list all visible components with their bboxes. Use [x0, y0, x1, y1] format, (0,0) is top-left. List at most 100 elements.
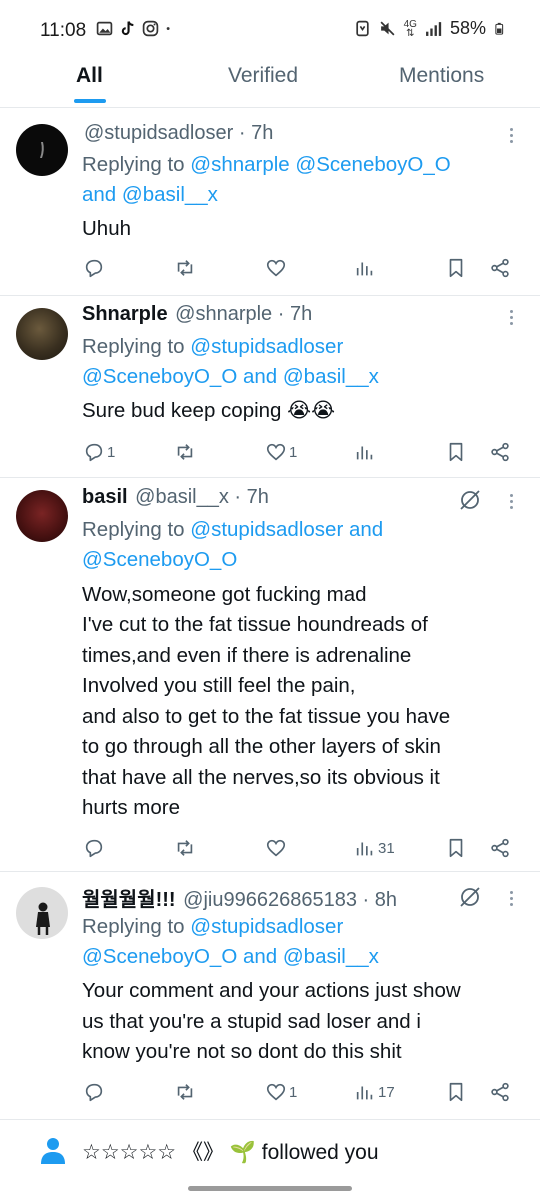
- nfc-icon: [355, 20, 369, 37]
- repost-button[interactable]: [174, 836, 196, 860]
- avatar[interactable]: [16, 887, 68, 939]
- mention-link[interactable]: @SceneboyO_O and @basil__x: [82, 365, 379, 388]
- views-icon: [356, 446, 373, 460]
- mute-icon: [380, 21, 395, 36]
- reply-count: 1: [107, 443, 116, 461]
- views-button[interactable]: 17: [354, 1080, 395, 1104]
- like-button[interactable]: [265, 836, 289, 860]
- share-button[interactable]: [489, 256, 511, 280]
- instagram-icon: [142, 20, 159, 37]
- view-count: 17: [378, 1083, 395, 1101]
- bookmark-button[interactable]: [445, 836, 467, 860]
- status-bar: 11:08 4G ⇅ 58%: [0, 0, 540, 56]
- mention-link[interactable]: @stupidsadloser: [190, 915, 343, 938]
- separator: ·: [238, 122, 246, 144]
- views-button[interactable]: [354, 256, 378, 280]
- heart-icon: [266, 839, 286, 857]
- reply-text-line: Involved you still feel the pain,: [82, 674, 356, 697]
- repost-button[interactable]: [174, 440, 196, 464]
- replying-to-cont: @SceneboyO_O and @basil__x: [82, 942, 379, 972]
- more-options-icon[interactable]: [510, 891, 514, 909]
- reply-button[interactable]: [83, 836, 107, 860]
- repost-button[interactable]: [174, 1080, 196, 1104]
- reply-button[interactable]: 1: [83, 440, 115, 464]
- mention-link[interactable]: @shnarple @SceneboyO_O: [190, 153, 450, 176]
- bookmark-button[interactable]: [445, 256, 467, 280]
- timestamp: 7h: [246, 486, 269, 508]
- views-button[interactable]: 31: [354, 836, 395, 860]
- like-button[interactable]: [265, 256, 289, 280]
- reply-button[interactable]: [83, 256, 107, 280]
- replying-to-label: Replying to: [82, 335, 191, 358]
- handle[interactable]: @jiu996626865183: [183, 889, 357, 911]
- bookmark-button[interactable]: [445, 440, 467, 464]
- reply-button[interactable]: [83, 1080, 107, 1104]
- like-button[interactable]: 1: [265, 440, 297, 464]
- follow-notification[interactable]: ☆☆☆☆☆ 《》 🌱 followed you: [0, 1122, 540, 1178]
- reply-text-line: hurts more: [82, 796, 180, 819]
- display-name[interactable]: basil: [82, 486, 128, 508]
- bookmark-icon: [449, 442, 463, 462]
- mention-link[interactable]: @stupidsadloser: [190, 335, 343, 358]
- repost-button[interactable]: [174, 256, 196, 280]
- status-time: 11:08: [40, 20, 87, 41]
- replying-to: Replying to @stupidsadloser and: [82, 515, 383, 545]
- reply-icon: [85, 443, 103, 462]
- more-options-icon[interactable]: [510, 128, 514, 146]
- reply-header: @stupidsadloser · 7h: [82, 122, 273, 145]
- handle[interactable]: @shnarple: [175, 303, 272, 325]
- reply-text-line: that have all the nerves,so its obvious …: [82, 766, 440, 789]
- views-icon: [356, 842, 373, 856]
- reply-text: Uhuh: [82, 217, 132, 240]
- heart-icon: [266, 1083, 286, 1101]
- tab-all[interactable]: All: [76, 64, 103, 88]
- reply-item-jiu[interactable]: 월월월월!!! @jiu996626865183 · 8h Replying t…: [0, 872, 540, 1120]
- separator: ·: [277, 303, 285, 325]
- separator: ·: [362, 889, 370, 911]
- tab-mentions[interactable]: Mentions: [399, 64, 484, 88]
- display-name[interactable]: 월월월월!!!: [82, 889, 176, 911]
- share-button[interactable]: [489, 836, 511, 860]
- bookmark-button[interactable]: [445, 1080, 467, 1104]
- reply-item-stupidsadloser[interactable]: @stupidsadloser · 7h Replying to @shnarp…: [0, 110, 540, 296]
- reply-item-shnarple[interactable]: Shnarple @shnarple · 7h Replying to @stu…: [0, 296, 540, 478]
- grok-icon[interactable]: [458, 488, 482, 512]
- mention-link[interactable]: @SceneboyO_O: [82, 548, 237, 571]
- grok-icon[interactable]: [458, 885, 482, 909]
- replying-to: Replying to @shnarple @SceneboyO_O: [82, 150, 451, 180]
- repost-icon: [177, 840, 193, 856]
- reply-text-line: times,and even if there is adrenaline: [82, 644, 412, 667]
- home-indicator[interactable]: [188, 1186, 352, 1191]
- lte-icon: 4G ⇅: [403, 18, 417, 39]
- reply-header: 월월월월!!! @jiu996626865183 · 8h: [82, 883, 397, 912]
- views-button[interactable]: [354, 440, 378, 464]
- reply-text: Sure bud keep coping 😭😭: [82, 399, 336, 422]
- reply-text-line: Your comment and your actions just show: [82, 979, 461, 1002]
- handle[interactable]: @basil__x: [135, 486, 229, 508]
- repost-icon: [177, 444, 193, 460]
- person-icon: [41, 1138, 65, 1164]
- mention-link[interactable]: @SceneboyO_O and @basil__x: [82, 945, 379, 968]
- display-name[interactable]: Shnarple: [82, 303, 168, 325]
- share-icon: [491, 838, 509, 858]
- handle[interactable]: @stupidsadloser: [84, 122, 233, 144]
- repost-icon: [177, 260, 193, 276]
- like-button[interactable]: 1: [265, 1080, 297, 1104]
- avatar[interactable]: [16, 490, 68, 542]
- reply-text-line: Wow,someone got fucking mad: [82, 583, 367, 606]
- battery-percent: 58%: [449, 18, 486, 38]
- mention-link[interactable]: and @basil__x: [82, 183, 218, 206]
- active-tab-indicator: [74, 99, 106, 103]
- reply-icon: [85, 839, 103, 858]
- share-button[interactable]: [489, 1080, 511, 1104]
- replying-to-label: Replying to: [82, 518, 191, 541]
- reply-item-basil[interactable]: basil @basil__x · 7h Replying to @stupid…: [0, 478, 540, 872]
- avatar[interactable]: [16, 308, 68, 360]
- more-options-icon[interactable]: [510, 310, 514, 328]
- share-button[interactable]: [489, 440, 511, 464]
- tab-verified[interactable]: Verified: [228, 64, 298, 88]
- avatar[interactable]: [16, 124, 68, 176]
- more-options-icon[interactable]: [510, 494, 514, 512]
- reply-text-line: I've cut to the fat tissue houndreads of: [82, 613, 428, 636]
- mention-link[interactable]: @stupidsadloser and: [190, 518, 383, 541]
